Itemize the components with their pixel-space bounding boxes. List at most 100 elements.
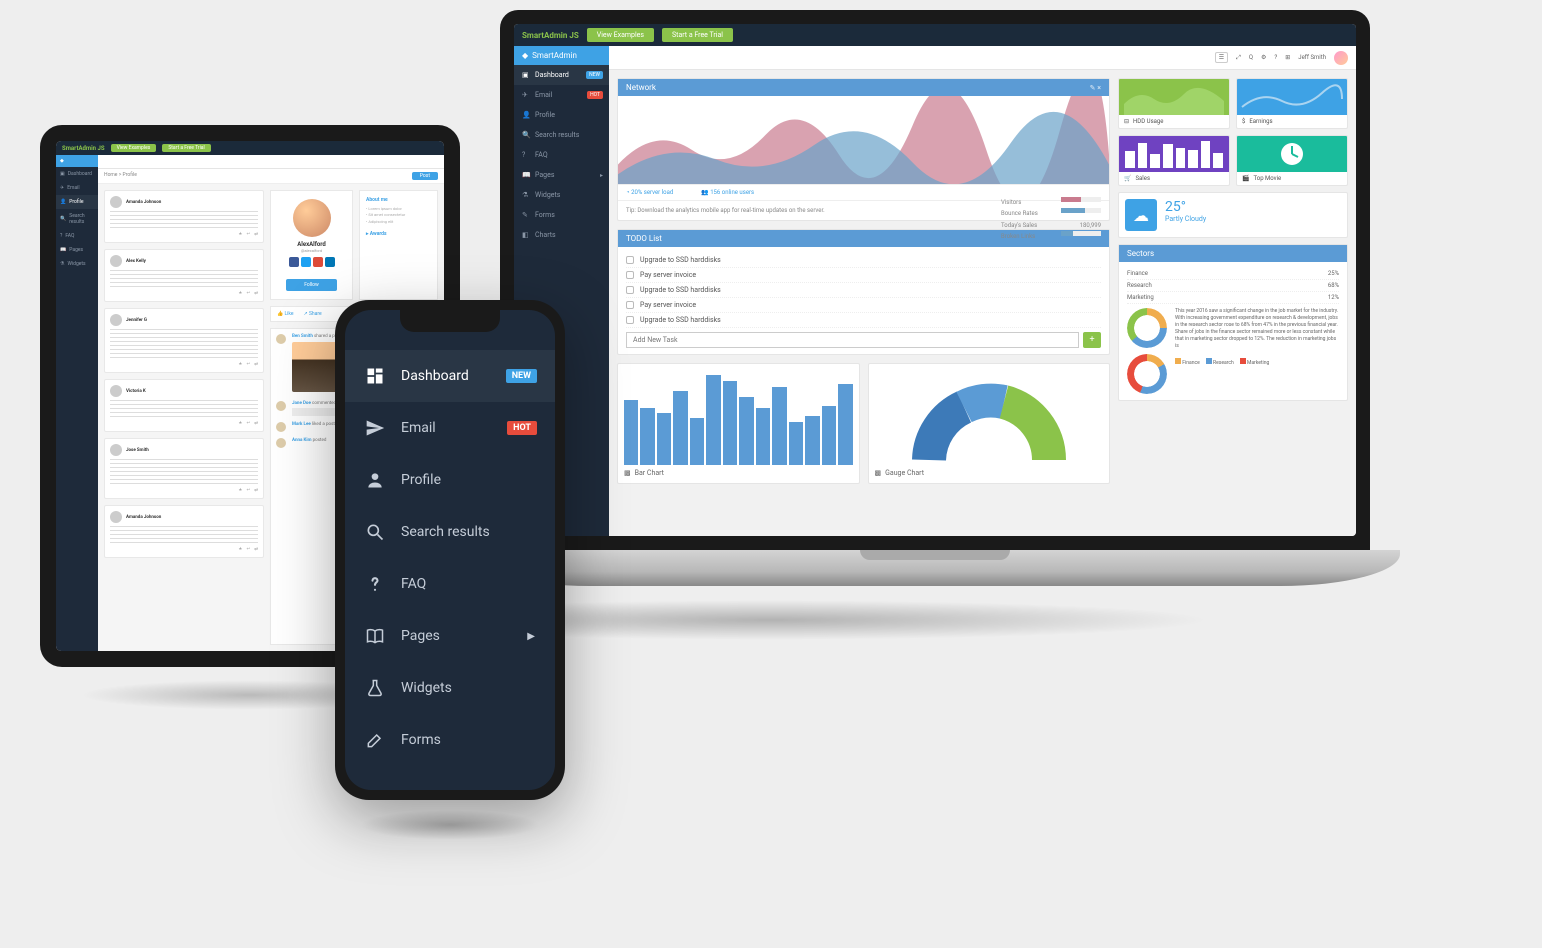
free-trial-button[interactable]: Start a Free Trial [662, 28, 733, 42]
checkbox-icon[interactable] [626, 301, 634, 309]
app-topbar: SmartAdmin JS View Examples Start a Free… [514, 24, 1356, 46]
todo-item[interactable]: Upgrade to SSD harddisks [626, 313, 1101, 328]
profile-icon: 👤 [522, 111, 530, 119]
follow-button[interactable]: Follow [286, 279, 337, 291]
sidebar-item-profile[interactable]: 👤 Profile [56, 195, 98, 209]
share-icon[interactable]: ⇄ [254, 488, 258, 493]
movie-tile[interactable]: 🎬Top Movie [1236, 135, 1348, 186]
grid-icon[interactable]: ⊞ [1285, 54, 1290, 61]
share-icon[interactable]: ⇄ [254, 232, 258, 237]
like-button[interactable]: 👍 Like [277, 311, 294, 317]
sidebar-item-dashboard[interactable]: ▣DashboardNEW [514, 65, 609, 85]
sidebar-item-widgets[interactable]: ⚗Widgets [514, 185, 609, 205]
todo-item[interactable]: Upgrade to SSD harddisks [626, 253, 1101, 268]
sidebar-item-email[interactable]: Email HOT [345, 402, 555, 454]
star-icon[interactable]: ★ [238, 488, 242, 493]
reply-icon[interactable]: ↩ [246, 291, 250, 296]
panel-actions[interactable]: ✎ × [1090, 84, 1101, 92]
sidebar-item-profile[interactable]: Profile [345, 454, 555, 506]
facebook-icon[interactable] [289, 257, 299, 267]
nav-label: FAQ [401, 576, 426, 592]
nav-label: Dashboard [401, 368, 469, 384]
cart-icon: 🛒 [1124, 175, 1131, 182]
sidebar-item-email[interactable]: ✈ Email [56, 181, 98, 195]
search-header-icon[interactable]: Q [1249, 54, 1253, 61]
sidebar-item-search[interactable]: 🔍 Search results [56, 209, 98, 229]
sidebar-item-widgets[interactable]: Widgets [345, 662, 555, 714]
todo-item[interactable]: Pay server invoice [626, 298, 1101, 313]
fullscreen-icon[interactable]: ⤢ [1236, 54, 1241, 62]
sidebar-item-search[interactable]: 🔍Search results [514, 125, 609, 145]
sidebar-item-pages[interactable]: Pages ▶ [345, 610, 555, 662]
sidebar-brand[interactable]: ◆ [56, 155, 98, 167]
star-icon[interactable]: ★ [238, 421, 242, 426]
reply-icon[interactable]: ↩ [246, 232, 250, 237]
add-task-button[interactable]: + [1083, 332, 1101, 348]
star-icon[interactable]: ★ [238, 291, 242, 296]
sidebar-item-faq[interactable]: ? FAQ [56, 229, 98, 243]
star-icon[interactable]: ★ [238, 362, 242, 367]
dashboard-icon: ▣ [522, 71, 530, 79]
network-title: Network [626, 83, 656, 92]
gauge-chart [875, 370, 1104, 465]
sidebar-item-search[interactable]: Search results [345, 506, 555, 558]
feed-card: Jose Smith★↩⇄ [104, 438, 264, 499]
todo-input-row: + [626, 332, 1101, 348]
todo-item[interactable]: Pay server invoice [626, 268, 1101, 283]
sidebar-item-pages[interactable]: 📖Pages▸ [514, 165, 609, 185]
user-name[interactable]: Jeff Smith [1298, 54, 1326, 61]
sidebar-item-charts[interactable]: ◧Charts [514, 225, 609, 245]
share-button[interactable]: ↗ Share [304, 311, 322, 317]
help-icon[interactable]: ? [1274, 54, 1277, 61]
sidebar-item-dashboard[interactable]: ▣ Dashboard [56, 167, 98, 181]
todo-input[interactable] [626, 332, 1079, 348]
star-icon[interactable]: ★ [238, 547, 242, 552]
sidebar-item-forms[interactable]: Forms [345, 714, 555, 766]
reply-icon[interactable]: ↩ [246, 488, 250, 493]
sales-tile[interactable]: 🛒Sales [1118, 135, 1230, 186]
share-icon[interactable]: ⇄ [254, 547, 258, 552]
google-icon[interactable] [313, 257, 323, 267]
share-icon[interactable]: ⇄ [254, 421, 258, 426]
twitter-icon[interactable] [301, 257, 311, 267]
post-button[interactable]: Post [412, 172, 438, 180]
gauge-chart-label: ▩Gauge Chart [875, 465, 1104, 477]
avatar [276, 438, 286, 448]
sidebar-item-forms[interactable]: ✎Forms [514, 205, 609, 225]
checkbox-icon[interactable] [626, 271, 634, 279]
free-trial-button[interactable]: Start a Free Trial [162, 144, 210, 152]
reply-icon[interactable]: ↩ [246, 547, 250, 552]
profile-card: AlexAlford @alexalford Follow [270, 190, 353, 300]
user-icon [365, 470, 385, 490]
sidebar-item-pages[interactable]: 📖 Pages [56, 243, 98, 257]
hot-badge: HOT [507, 421, 537, 435]
sidebar-item-email[interactable]: ✈EmailHOT [514, 85, 609, 105]
weather-text: 25° Partly Cloudy [1165, 199, 1206, 231]
earnings-tile[interactable]: $Earnings [1236, 78, 1348, 129]
share-icon[interactable]: ⇄ [254, 291, 258, 296]
view-examples-button[interactable]: View Examples [111, 144, 157, 152]
checkbox-icon[interactable] [626, 256, 634, 264]
hdd-tile[interactable]: ⊟HDD Usage [1118, 78, 1230, 129]
share-icon[interactable]: ⇄ [254, 362, 258, 367]
sidebar-item-profile[interactable]: 👤Profile [514, 105, 609, 125]
sidebar-item-faq[interactable]: FAQ [345, 558, 555, 610]
search-icon: 🔍 [522, 131, 530, 139]
avatar[interactable] [1334, 51, 1348, 65]
sidebar-brand[interactable]: ◆ SmartAdmin [514, 46, 609, 65]
dashboard-content: Network ✎ × ◔ 20 [609, 70, 1356, 536]
gear-icon[interactable]: ⚙ [1261, 54, 1266, 61]
star-icon[interactable]: ★ [238, 232, 242, 237]
sidebar-item-dashboard[interactable]: Dashboard NEW [345, 350, 555, 402]
todo-item[interactable]: Upgrade to SSD harddisks [626, 283, 1101, 298]
linkedin-icon[interactable] [325, 257, 335, 267]
reply-icon[interactable]: ↩ [246, 421, 250, 426]
checkbox-icon[interactable] [626, 316, 634, 324]
view-examples-button[interactable]: View Examples [587, 28, 654, 42]
chart-legend-icon: ▩ [624, 469, 631, 477]
sidebar-item-widgets[interactable]: ⚗ Widgets [56, 257, 98, 271]
menu-toggle-icon[interactable]: ☰ [1215, 52, 1228, 63]
checkbox-icon[interactable] [626, 286, 634, 294]
reply-icon[interactable]: ↩ [246, 362, 250, 367]
sidebar-item-faq[interactable]: ?FAQ [514, 145, 609, 165]
